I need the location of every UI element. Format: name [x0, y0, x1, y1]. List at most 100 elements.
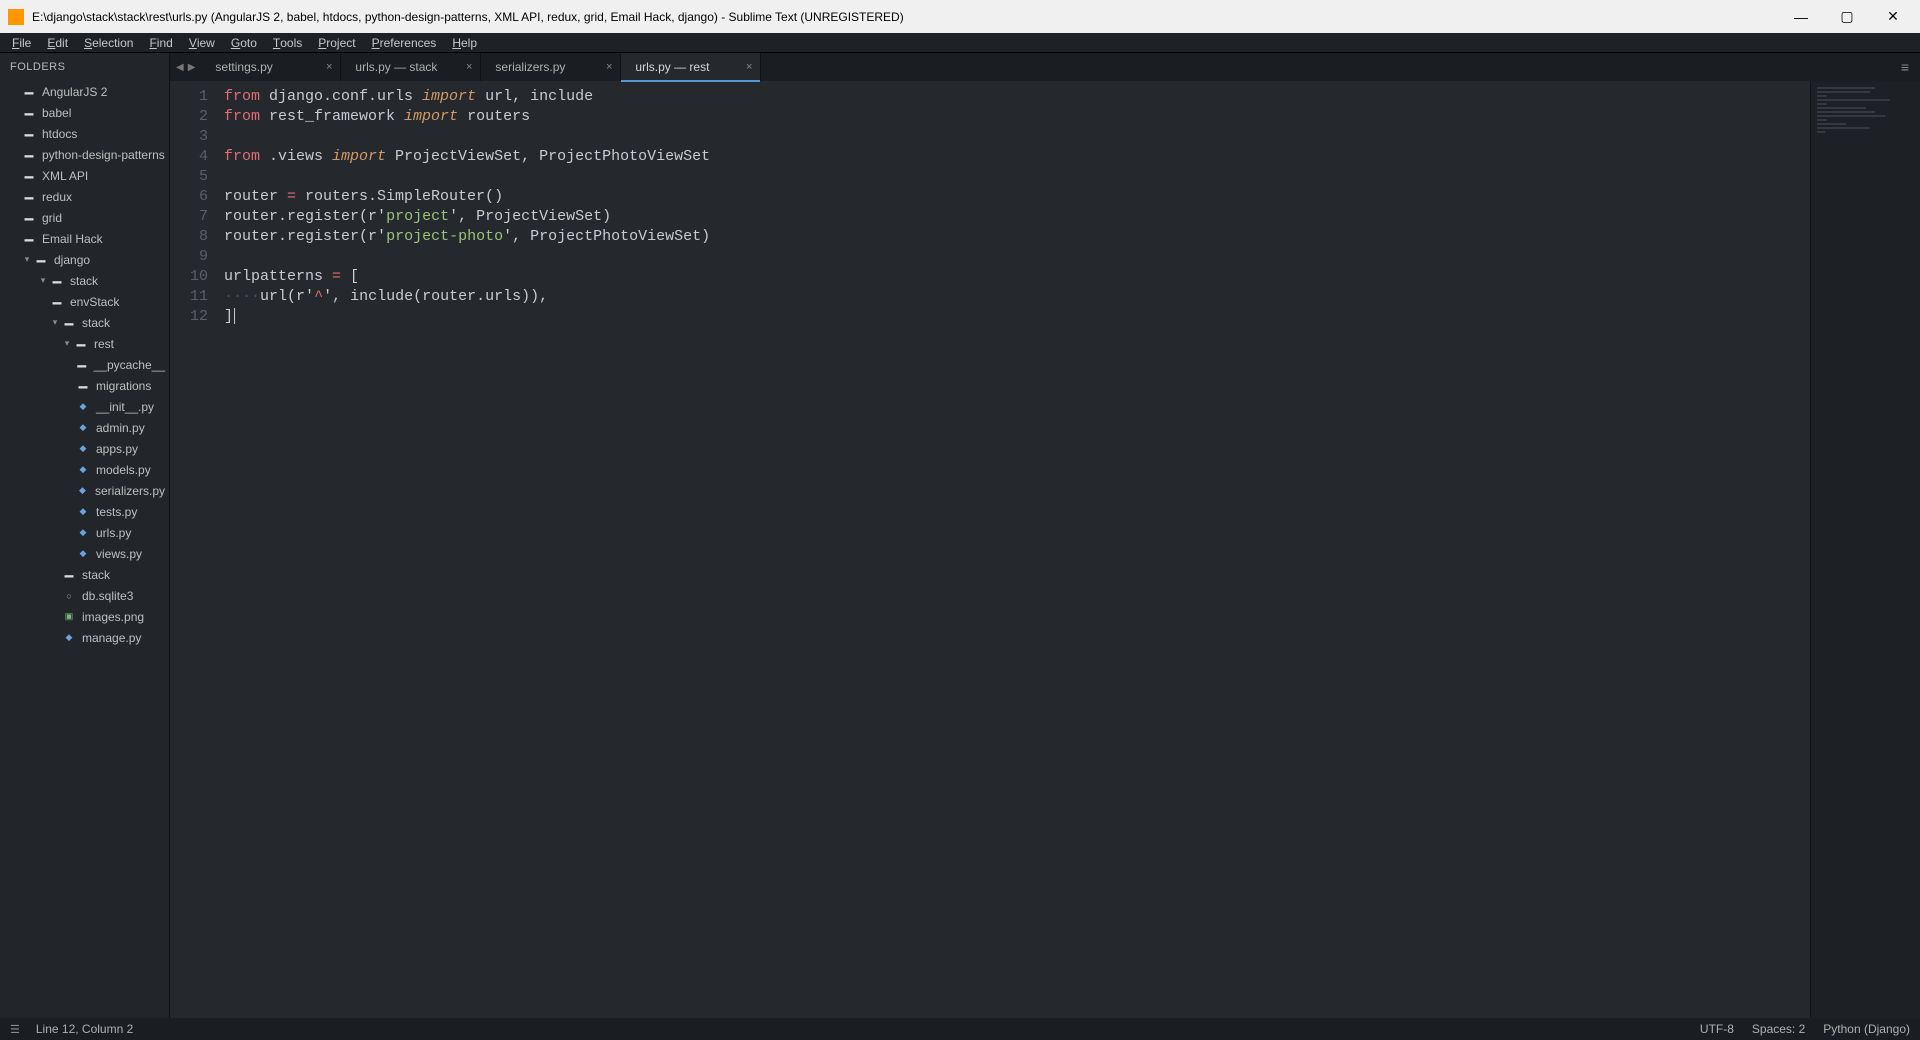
menu-project[interactable]: Project [310, 33, 363, 52]
code-line[interactable]: router = routers.SimpleRouter() [224, 187, 1920, 207]
menu-find[interactable]: Find [141, 33, 180, 52]
tree-item[interactable]: serializers.py [0, 480, 169, 501]
code-line[interactable]: from django.conf.urls import url, includ… [224, 87, 1920, 107]
code-line[interactable]: ····url(r'^', include(router.urls)), [224, 287, 1920, 307]
tree-item-label: views.py [96, 547, 142, 561]
tree-item[interactable]: ▾stack [0, 270, 169, 291]
menu-selection[interactable]: Selection [76, 33, 141, 52]
folder-icon [22, 190, 36, 204]
tree-item-label: envStack [70, 295, 119, 309]
tree-item[interactable]: apps.py [0, 438, 169, 459]
tab-nav-forward-icon[interactable]: ▶ [186, 62, 198, 73]
syntax-indicator[interactable]: Python (Django) [1823, 1022, 1910, 1036]
line-number-gutter: 123456789101112 [170, 81, 218, 1018]
code-line[interactable] [224, 167, 1920, 187]
tree-item-label: db.sqlite3 [82, 589, 133, 603]
python-file-icon [76, 463, 90, 477]
tree-item-label: urls.py [96, 526, 131, 540]
folder-icon [22, 211, 36, 225]
tree-item[interactable]: python-design-patterns [0, 144, 169, 165]
minimize-button[interactable]: — [1778, 2, 1824, 32]
tree-item[interactable]: grid [0, 207, 169, 228]
tree-item-label: serializers.py [95, 484, 165, 498]
folder-icon [62, 568, 76, 582]
folder-icon [22, 85, 36, 99]
tab-nav-back-icon[interactable]: ◀ [174, 62, 186, 73]
statusbar: Line 12, Column 2 UTF-8 Spaces: 2 Python… [0, 1018, 1920, 1040]
menu-preferences[interactable]: Preferences [364, 33, 445, 52]
sidebar: FOLDERS AngularJS 2babelhtdocspython-des… [0, 53, 170, 1018]
cursor-position[interactable]: Line 12, Column 2 [36, 1022, 133, 1036]
menu-file[interactable]: File [4, 33, 39, 52]
tree-item-label: stack [82, 568, 110, 582]
folder-icon [50, 274, 64, 288]
tree-item-label: XML API [42, 169, 88, 183]
tab-close-icon[interactable]: × [326, 61, 332, 73]
tree-item[interactable]: envStack [0, 291, 169, 312]
tree-item[interactable]: admin.py [0, 417, 169, 438]
tree-item[interactable]: babel [0, 102, 169, 123]
tree-item[interactable]: tests.py [0, 501, 169, 522]
tab[interactable]: urls.py — rest× [621, 53, 761, 81]
tree-item[interactable]: Email Hack [0, 228, 169, 249]
python-file-icon [62, 631, 76, 645]
tree-item[interactable]: ▾rest [0, 333, 169, 354]
indent-indicator[interactable]: Spaces: 2 [1752, 1022, 1805, 1036]
tree-item-label: python-design-patterns [42, 148, 165, 162]
code-line[interactable] [224, 127, 1920, 147]
code-line[interactable]: router.register(r'project-photo', Projec… [224, 227, 1920, 247]
code-pane[interactable]: 123456789101112 from django.conf.urls im… [170, 81, 1920, 1018]
folder-icon [22, 127, 36, 141]
tree-item-label: htdocs [42, 127, 77, 141]
tree-item[interactable]: ▾django [0, 249, 169, 270]
folder-icon [62, 316, 76, 330]
tree-item[interactable]: images.png [0, 606, 169, 627]
tab-close-icon[interactable]: × [606, 61, 612, 73]
tree-item-label: __pycache__ [94, 358, 165, 372]
tab[interactable]: urls.py — stack× [341, 53, 481, 81]
menu-tools[interactable]: Tools [265, 33, 310, 52]
status-menu-icon[interactable] [10, 1022, 26, 1036]
tree-item[interactable]: __init__.py [0, 396, 169, 417]
tree-item[interactable]: redux [0, 186, 169, 207]
tree-item[interactable]: ▾stack [0, 312, 169, 333]
menu-goto[interactable]: Goto [223, 33, 265, 52]
tree-item[interactable]: urls.py [0, 522, 169, 543]
tab-close-icon[interactable]: × [746, 61, 752, 73]
maximize-button[interactable]: ▢ [1824, 2, 1870, 32]
code-line[interactable] [224, 247, 1920, 267]
code-content[interactable]: from django.conf.urls import url, includ… [218, 81, 1920, 1018]
encoding-indicator[interactable]: UTF-8 [1700, 1022, 1734, 1036]
menu-view[interactable]: View [181, 33, 223, 52]
tab-close-icon[interactable]: × [466, 61, 472, 73]
tree-item[interactable]: migrations [0, 375, 169, 396]
tree-item[interactable]: htdocs [0, 123, 169, 144]
text-caret [234, 308, 235, 324]
tree-item[interactable]: manage.py [0, 627, 169, 648]
tab-nav-arrows: ◀ ▶ [170, 53, 201, 81]
code-line[interactable]: router.register(r'project', ProjectViewS… [224, 207, 1920, 227]
tab[interactable]: serializers.py× [481, 53, 621, 81]
tab-menu-icon[interactable]: ≡ [1890, 53, 1920, 81]
tree-item[interactable]: __pycache__ [0, 354, 169, 375]
code-line[interactable]: ] [224, 307, 1920, 327]
tab[interactable]: settings.py× [201, 53, 341, 81]
tree-item[interactable]: AngularJS 2 [0, 81, 169, 102]
code-line[interactable]: urlpatterns = [ [224, 267, 1920, 287]
tree-item[interactable]: models.py [0, 459, 169, 480]
tree-item[interactable]: views.py [0, 543, 169, 564]
tree-item[interactable]: stack [0, 564, 169, 585]
menu-edit[interactable]: Edit [39, 33, 76, 52]
titlebar: E:\django\stack\stack\rest\urls.py (Angu… [0, 0, 1920, 33]
minimap[interactable] [1810, 81, 1920, 1018]
close-button[interactable]: ✕ [1870, 2, 1916, 32]
window-title: E:\django\stack\stack\rest\urls.py (Angu… [32, 10, 1778, 24]
python-file-icon [76, 400, 90, 414]
menu-help[interactable]: Help [444, 33, 485, 52]
tree-item[interactable]: XML API [0, 165, 169, 186]
code-line[interactable]: from rest_framework import routers [224, 107, 1920, 127]
tree-item-label: manage.py [82, 631, 141, 645]
tree-item[interactable]: db.sqlite3 [0, 585, 169, 606]
python-file-icon [76, 526, 90, 540]
code-line[interactable]: from .views import ProjectViewSet, Proje… [224, 147, 1920, 167]
